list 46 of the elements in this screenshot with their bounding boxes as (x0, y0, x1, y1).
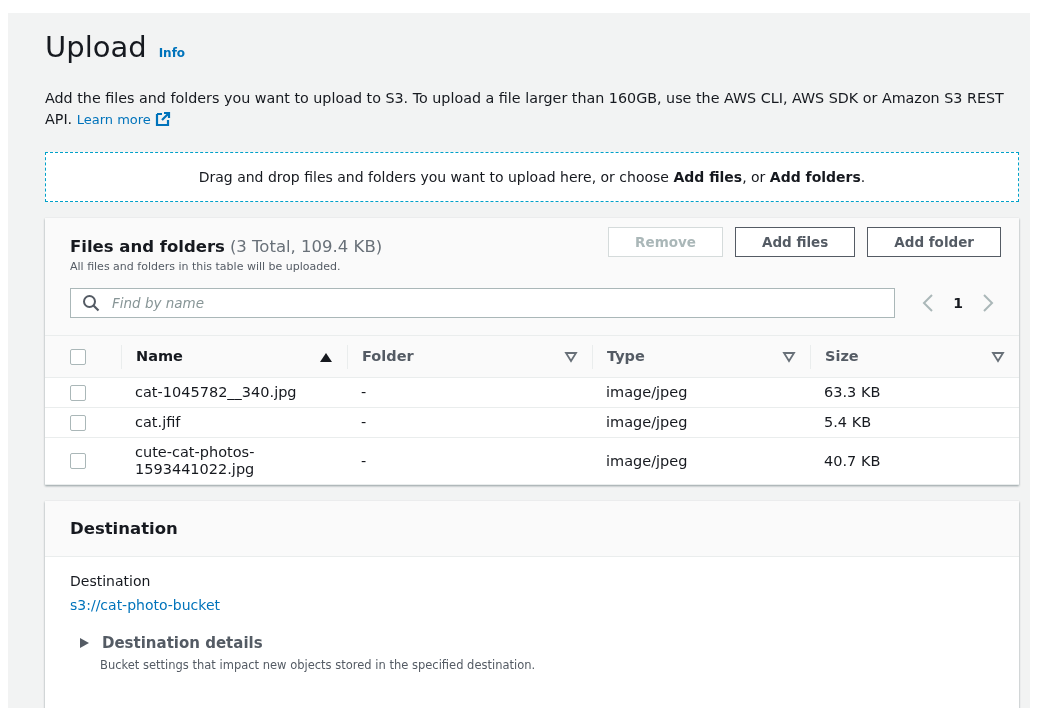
table-cell: - (361, 452, 367, 469)
checkbox[interactable] (70, 384, 86, 401)
checkbox[interactable] (70, 453, 86, 469)
table-cell: 40.7 KB (824, 452, 881, 469)
table-cell: image/jpeg (606, 384, 688, 400)
table-cell: - (361, 384, 367, 400)
action-button[interactable]: Add files (734, 227, 856, 257)
caret-icon[interactable] (78, 637, 90, 649)
search-field[interactable]: Find by name (70, 288, 896, 318)
expand-description: Bucket settings that impact new objects stored in the specified destination. (100, 658, 537, 672)
sort-icon[interactable] (564, 350, 578, 363)
section-subtitle: All files and folders in this table will be uploaded. (70, 260, 342, 273)
expand-toggle[interactable]: Destination details (78, 634, 994, 652)
destination-link[interactable]: s3://cat-photo-bucket (70, 597, 221, 613)
next-page-icon[interactable] (981, 293, 995, 313)
section-title: Destination (70, 519, 178, 538)
table-cell: cute-cat-photos-1593441022.jpg (135, 444, 255, 477)
drop-zone-text: Drag and drop files and folders you want to upload here, or choose Add files, or Add folders. (198, 169, 866, 185)
field-label: Destination (70, 573, 152, 589)
description-text: Add the files and folders you want to upload to S3. To upload a file larger than 160GB, use the AWS CLI, AWS SDK or Amazon S3 REST API. Learn more (45, 89, 1005, 129)
table-cell: cat.jfif (135, 414, 181, 430)
column-header[interactable]: Size (825, 348, 859, 365)
action-button[interactable]: Add folder (867, 227, 1001, 257)
checkbox[interactable] (70, 414, 86, 431)
checkbox[interactable] (70, 348, 86, 365)
page-number[interactable]: 1 (953, 295, 963, 311)
column-header[interactable]: Name (136, 348, 183, 365)
column-header[interactable]: Folder (362, 348, 414, 365)
table-cell: cat-1045782__340.jpg (135, 384, 297, 400)
total-count: (3 Total, 109.4 KB) (229, 237, 383, 256)
table-cell: 63.3 KB (824, 384, 881, 400)
table-cell: image/jpeg (606, 452, 688, 469)
table-cell: 5.4 KB (824, 414, 872, 430)
table-cell: - (361, 414, 367, 430)
column-header[interactable]: Type (607, 348, 645, 365)
sort-icon[interactable] (782, 350, 796, 363)
external-link-icon (154, 111, 171, 127)
previous-page-icon[interactable] (921, 293, 936, 313)
table-cell: image/jpeg (606, 414, 688, 430)
search-icon (82, 294, 100, 312)
learn-more-link[interactable]: Learn more (76, 112, 171, 127)
sort-icon[interactable] (991, 350, 1005, 363)
info-link[interactable]: Info (158, 46, 186, 60)
drop-zone[interactable]: Drag and drop files and folders you want to upload here, or choose Add files, or Add folders. (45, 152, 1019, 202)
page-title: Upload (45, 29, 147, 66)
section-title: Files and folders (70, 237, 225, 256)
